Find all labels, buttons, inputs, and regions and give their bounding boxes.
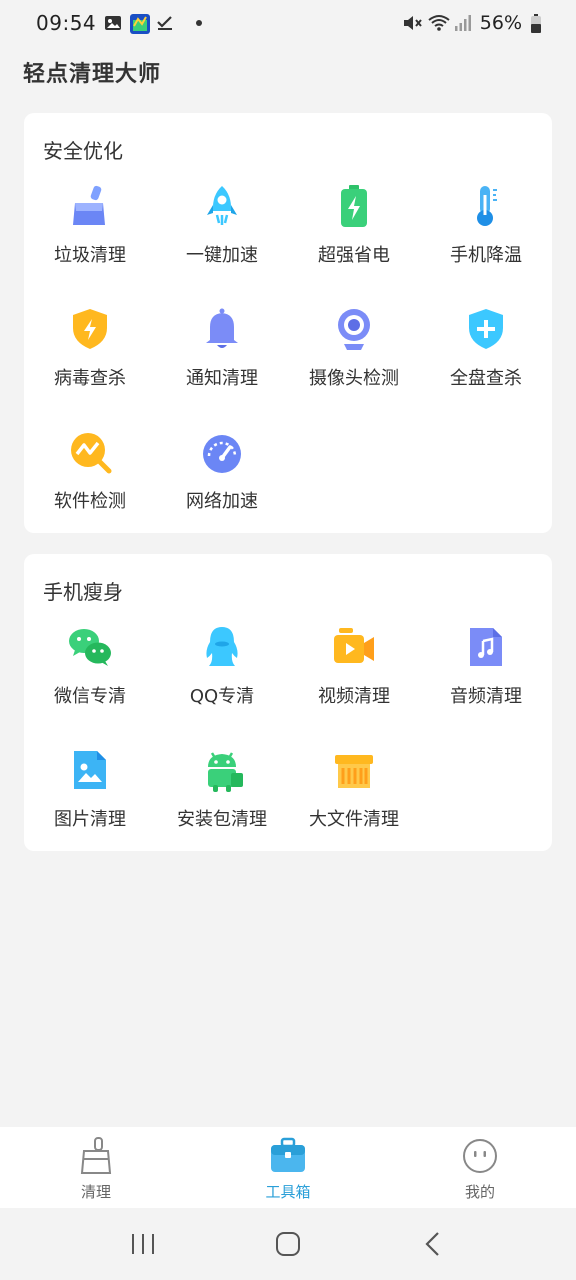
system-navigation-bar [0,1208,576,1280]
app-notification-icon [130,14,151,34]
wifi-icon [428,14,450,32]
tool-video-clean[interactable]: 视频清理 [288,624,420,747]
home-button[interactable] [268,1224,308,1264]
tool-phone-cooling[interactable]: 手机降温 [420,183,552,306]
app-title: 轻点清理大师 [23,62,162,87]
tool-image-clean[interactable]: 图片清理 [24,747,156,870]
signal-icon [454,14,472,32]
more-notifications-dot [196,20,203,26]
wechat-icon [67,624,113,670]
broom-outline-icon [77,1137,115,1175]
scan-chart-icon [67,429,113,475]
nav-clean[interactable]: 清理 [0,1127,192,1208]
tool-big-file-clean[interactable]: 大文件清理 [288,747,420,870]
section-phone-slimming: 手机瘦身 微信专清 QQ专清 视频清理 音频清理 图片清理 安装包清理 大文件清… [24,554,552,851]
tool-full-disk-scan[interactable]: 全盘查杀 [420,306,552,429]
tool-junk-clean[interactable]: 垃圾清理 [24,183,156,306]
section-title: 安全优化 [43,139,123,163]
tool-qq-clean[interactable]: QQ专清 [156,624,288,747]
bell-icon [199,306,245,352]
status-time: 09:54 [36,11,97,35]
big-file-icon [331,747,377,793]
tool-power-save[interactable]: 超强省电 [288,183,420,306]
speedometer-icon [199,429,245,475]
tool-network-boost[interactable]: 网络加速 [156,429,288,552]
broom-icon [67,183,113,229]
android-icon [199,747,245,793]
tool-software-detect[interactable]: 软件检测 [24,429,156,552]
tool-wechat-clean[interactable]: 微信专清 [24,624,156,747]
tool-notification-clean[interactable]: 通知清理 [156,306,288,429]
battery-percent: 56% [479,12,522,34]
qq-penguin-icon [199,624,245,670]
section-title: 手机瘦身 [43,580,123,604]
tool-camera-detect[interactable]: 摄像头检测 [288,306,420,429]
recent-apps-button[interactable] [123,1224,163,1264]
toolbox-icon [269,1137,307,1175]
tool-virus-scan[interactable]: 病毒查杀 [24,306,156,429]
section-security-optimization: 安全优化 垃圾清理 一键加速 超强省电 手机降温 病毒查杀 通知清理 摄像头检测… [24,113,552,533]
battery-icon [331,183,377,229]
smiley-face-icon [461,1137,499,1175]
mute-icon [402,14,422,32]
nav-mine[interactable]: 我的 [384,1127,576,1208]
image-file-icon [67,747,113,793]
thermometer-icon [463,183,509,229]
tool-audio-clean[interactable]: 音频清理 [420,624,552,747]
gallery-notification-icon [104,14,122,32]
shield-plus-icon [463,306,509,352]
music-file-icon [463,624,509,670]
webcam-icon [331,306,377,352]
rocket-icon [199,183,245,229]
battery-icon [530,14,542,33]
status-bar: 09:54 56% [0,0,576,46]
video-icon [331,624,377,670]
back-button[interactable] [413,1224,453,1264]
tool-apk-clean[interactable]: 安装包清理 [156,747,288,870]
nav-toolbox[interactable]: 工具箱 [192,1127,384,1208]
shield-bolt-icon [67,306,113,352]
task-check-icon [156,14,174,32]
tool-one-key-boost[interactable]: 一键加速 [156,183,288,306]
bottom-navigation: 清理 工具箱 我的 [0,1127,576,1208]
